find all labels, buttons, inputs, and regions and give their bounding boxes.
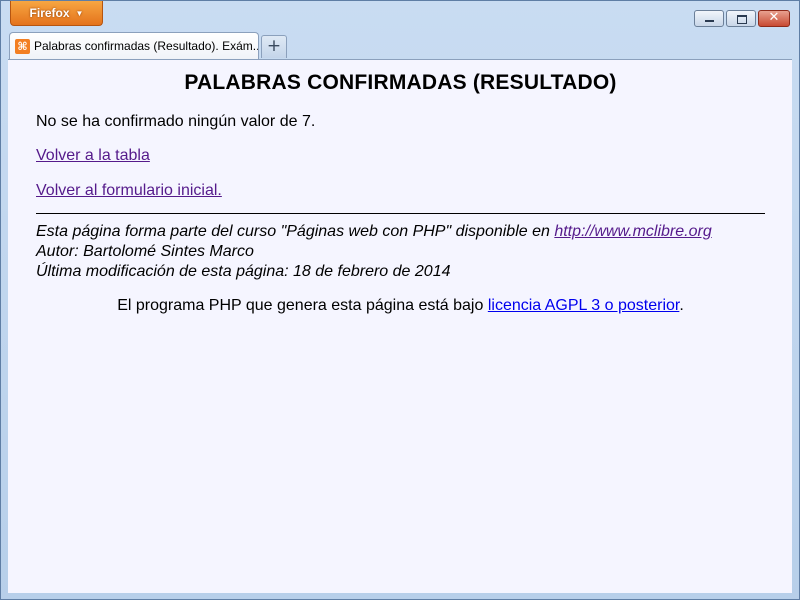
course-text: Esta página forma parte del curso "Págin… xyxy=(36,223,555,240)
close-button[interactable]: ✕ xyxy=(758,10,790,27)
chevron-down-icon: ▼ xyxy=(75,8,84,18)
maximize-button[interactable] xyxy=(726,10,756,27)
result-message: No se ha confirmado ningún valor de 7. xyxy=(36,113,316,130)
title-bar: Firefox ▼ ✕ xyxy=(1,1,799,31)
license-text: El programa PHP que genera esta página e… xyxy=(117,297,488,314)
divider xyxy=(36,213,765,214)
tab-title: Palabras confirmadas (Resultado). Exám..… xyxy=(34,39,258,53)
minimize-button[interactable] xyxy=(694,10,724,27)
author-line: Autor: Bartolomé Sintes Marco xyxy=(36,243,254,260)
license-paragraph: El programa PHP que genera esta página e… xyxy=(36,297,765,315)
firefox-menu-button[interactable]: Firefox ▼ xyxy=(10,1,103,26)
tab-strip: ⌘ Palabras confirmadas (Resultado). Exám… xyxy=(1,32,799,59)
back-to-table-link[interactable]: Volver a la tabla xyxy=(36,147,150,164)
minimize-icon xyxy=(705,20,714,22)
page-title: PALABRAS CONFIRMADAS (RESULTADO) xyxy=(184,71,617,94)
back-to-form-link[interactable]: Volver al formulario inicial. xyxy=(36,182,222,199)
new-tab-button[interactable]: + xyxy=(261,35,287,58)
mclibre-link[interactable]: http://www.mclibre.org xyxy=(554,223,711,240)
page-content: PALABRAS CONFIRMADAS (RESULTADO) No se h… xyxy=(8,59,792,593)
modified-line: Última modificación de esta página: 18 d… xyxy=(36,263,451,280)
browser-window: Firefox ▼ ✕ ⌘ Palabras confirmadas (Resu… xyxy=(0,0,800,600)
back-table-paragraph: Volver a la tabla xyxy=(36,147,765,165)
tab-active[interactable]: ⌘ Palabras confirmadas (Resultado). Exám… xyxy=(9,32,259,59)
license-suffix: . xyxy=(679,297,684,314)
firefox-menu-label: Firefox xyxy=(29,6,70,20)
xampp-icon: ⌘ xyxy=(15,38,30,54)
license-link[interactable]: licencia AGPL 3 o posterior xyxy=(488,297,680,314)
course-line: Esta página forma parte del curso "Págin… xyxy=(36,222,765,242)
close-icon: ✕ xyxy=(768,10,780,25)
maximize-icon xyxy=(737,15,747,24)
footer-info: Esta página forma parte del curso "Págin… xyxy=(36,222,765,282)
window-controls: ✕ xyxy=(694,10,790,27)
back-form-paragraph: Volver al formulario inicial. xyxy=(36,182,765,200)
